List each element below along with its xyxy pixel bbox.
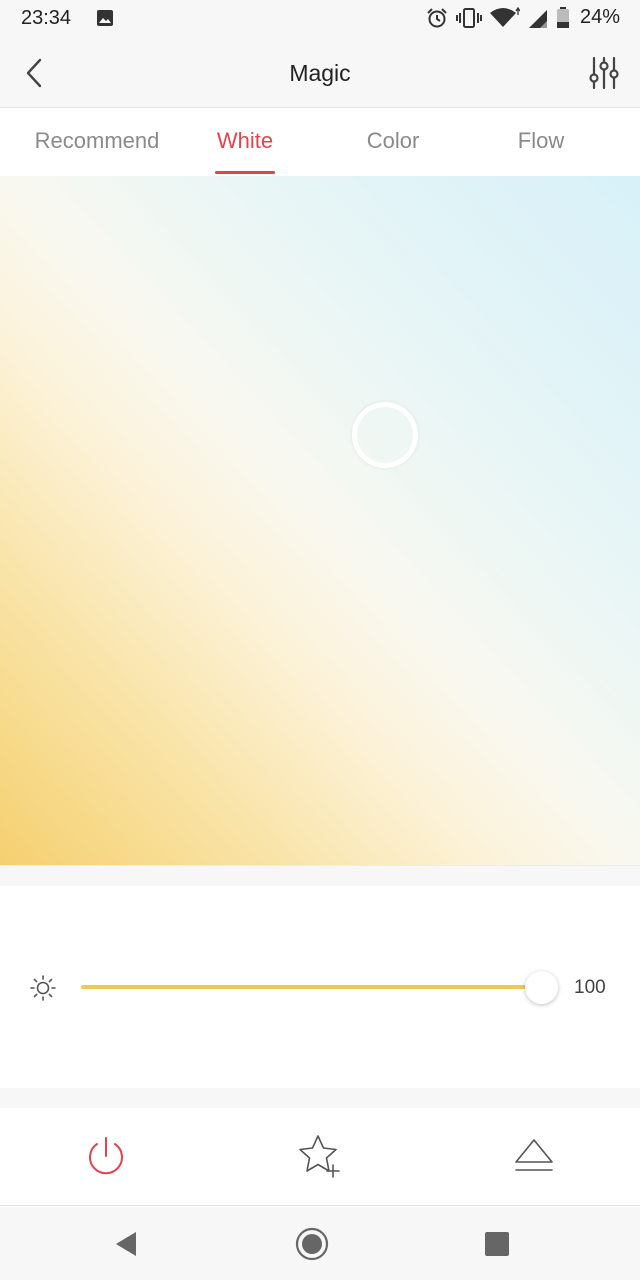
divider-band (0, 865, 640, 886)
temperature-picker-handle[interactable] (352, 402, 418, 468)
image-icon (97, 10, 113, 26)
battery-icon (556, 6, 569, 28)
eject-icon[interactable] (510, 1132, 558, 1180)
tab-recommend[interactable]: Recommend (20, 128, 174, 154)
signal-icon (528, 9, 547, 28)
wifi-icon (489, 6, 520, 27)
nav-home-icon[interactable] (295, 1227, 329, 1261)
sliders-icon[interactable] (588, 56, 620, 90)
system-nav-bar (0, 1207, 640, 1280)
page-title: Magic (289, 60, 351, 86)
brightness-value: 100 (574, 977, 606, 998)
star-add-icon[interactable] (296, 1132, 344, 1180)
brightness-panel: 100 (0, 886, 640, 1088)
divider-band-bottom (0, 1088, 640, 1108)
vibrate-icon (455, 7, 482, 28)
brightness-slider-thumb[interactable] (524, 971, 558, 1004)
nav-recents-icon[interactable] (480, 1227, 514, 1261)
nav-back-icon[interactable] (108, 1227, 142, 1261)
sun-icon (30, 975, 56, 1001)
mode-tabs: Recommend White Color Flow (0, 108, 640, 176)
action-bar (0, 1108, 640, 1206)
app-header: Magic (0, 38, 640, 108)
alarm-icon (427, 7, 447, 27)
color-temperature-area[interactable] (0, 176, 640, 865)
tab-white[interactable]: White (200, 128, 290, 154)
brightness-slider-track[interactable] (81, 985, 543, 989)
tab-color[interactable]: Color (350, 128, 436, 154)
tab-flow[interactable]: Flow (500, 128, 582, 154)
status-bar: 23:34 24% (0, 0, 640, 38)
status-icons: 24% (426, 6, 620, 29)
active-tab-indicator (215, 171, 275, 174)
status-time: 23:34 (21, 7, 72, 29)
power-icon[interactable] (82, 1132, 130, 1180)
battery-percent: 24% (579, 6, 620, 28)
